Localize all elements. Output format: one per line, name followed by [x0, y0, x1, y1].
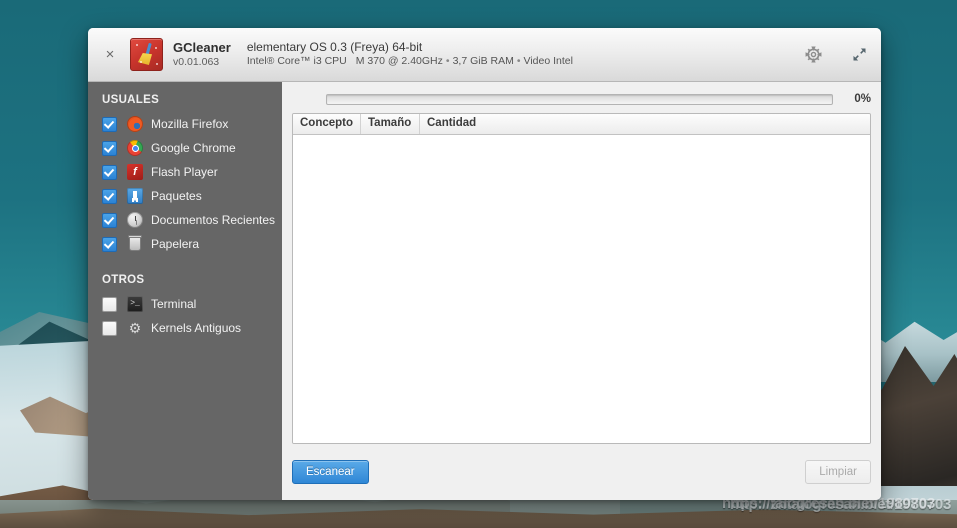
ram-info: 3,7 GiB RAM [452, 55, 514, 68]
progress-bar [326, 93, 833, 105]
chrome-icon [127, 140, 143, 156]
sidebar-item-label: Paquetes [151, 189, 202, 203]
sparkle-icon [156, 63, 158, 65]
sparkle-icon [136, 44, 138, 46]
sidebar-item-terminal[interactable]: >_ Terminal [88, 292, 282, 316]
sidebar-item-mozilla-firefox[interactable]: Mozilla Firefox [88, 112, 282, 136]
cpu-clock: @ 2.40GHz [387, 55, 443, 68]
sparkle-icon [155, 47, 157, 49]
gear-icon [805, 46, 821, 63]
column-header-cantidad[interactable]: Cantidad [420, 114, 870, 134]
app-version: v0.01.063 [173, 56, 220, 69]
column-header-concepto[interactable]: Concepto [293, 114, 361, 134]
system-info-block: elementary OS 0.3 (Freya) 64-bit Intel® … [247, 40, 573, 69]
video-info: Video Intel [523, 55, 573, 68]
hardware-info: Intel® Core™ i3 CPU M 370 @ 2.40GHz • 3,7 G… [247, 55, 573, 69]
title-bar: × GCleaner v0.01.063 elementary OS 0.3 (… [88, 28, 881, 82]
sidebar-item-label: Mozilla Firefox [151, 117, 229, 131]
sidebar-item-paquetes[interactable]: Paquetes [88, 184, 282, 208]
sidebar-item-label: Kernels Antiguos [151, 321, 242, 335]
trash-icon-wrap [127, 235, 143, 252]
firefox-icon [127, 116, 143, 132]
sidebar-item-label: Documentos Recientes [151, 213, 276, 227]
gear-icon: ⚙ [128, 320, 142, 336]
checkbox-mozilla-firefox[interactable] [102, 116, 117, 132]
broom-head [138, 53, 152, 65]
titlebar-controls [801, 28, 871, 81]
checkbox-documentos-recientes[interactable] [102, 212, 117, 228]
app-name: GCleaner [173, 39, 231, 55]
checkbox-paquetes[interactable] [102, 188, 117, 204]
sidebar-item-google-chrome[interactable]: Google Chrome [88, 136, 282, 160]
window-body: USUALES Mozilla Firefox Google Chrome f … [88, 82, 881, 500]
separator-dot: • [445, 55, 450, 68]
checkbox-terminal[interactable] [102, 296, 117, 312]
main-panel: 0% Concepto Tamaño Cantidad Escanear Lim… [282, 82, 881, 500]
terminal-icon: >_ [127, 296, 143, 312]
column-header-tamano[interactable]: Tamaño [361, 114, 420, 134]
gcleaner-window: × GCleaner v0.01.063 elementary OS 0.3 (… [88, 28, 881, 500]
results-table: Concepto Tamaño Cantidad [292, 113, 871, 444]
flash-icon: f [127, 164, 143, 180]
package-icon [127, 188, 143, 204]
app-logo-broom-icon [130, 38, 163, 71]
sidebar-item-kernels-antiguos[interactable]: ⚙ Kernels Antiguos [88, 316, 282, 340]
clean-button: Limpiar [805, 460, 871, 484]
recent-documents-icon [127, 212, 143, 228]
sidebar-group-title-otros: OTROS [102, 274, 145, 286]
checkbox-flash-player[interactable] [102, 164, 117, 180]
table-header-row: Concepto Tamaño Cantidad [293, 114, 870, 135]
app-title-block: GCleaner v0.01.063 [173, 40, 231, 69]
os-name: elementary OS 0.3 (Freya) 64-bit [246, 39, 423, 54]
sidebar-item-documentos-recientes[interactable]: Documentos Recientes [88, 208, 282, 232]
cpu-name: Intel® Core™ i3 CPU [246, 55, 347, 68]
scan-button[interactable]: Escanear [292, 460, 369, 484]
table-body [293, 135, 870, 443]
close-button[interactable]: × [96, 41, 124, 69]
separator-dot: • [516, 55, 521, 68]
maximize-icon [853, 48, 865, 61]
checkbox-kernels-antiguos[interactable] [102, 320, 117, 336]
sidebar-item-papelera[interactable]: Papelera [88, 232, 282, 256]
checkbox-google-chrome[interactable] [102, 140, 117, 156]
sidebar-group-title-usuales: USUALES [102, 94, 160, 106]
checkbox-papelera[interactable] [102, 236, 117, 252]
maximize-button[interactable] [847, 43, 871, 67]
sidebar-item-label: Terminal [151, 297, 197, 311]
sidebar-item-label: Google Chrome [151, 141, 236, 155]
action-bar: Escanear Limpiar [292, 444, 871, 491]
settings-button[interactable] [801, 43, 825, 67]
progress-percent-label: 0% [854, 93, 871, 105]
sparkle-icon [140, 61, 142, 63]
trash-icon [128, 235, 142, 251]
cpu-model: M 370 [355, 55, 385, 68]
sidebar: USUALES Mozilla Firefox Google Chrome f … [88, 82, 282, 500]
progress-row: 0% [292, 90, 871, 108]
sidebar-item-label: Flash Player [151, 165, 218, 179]
sidebar-item-label: Papelera [151, 237, 200, 251]
close-icon: × [105, 46, 115, 63]
sidebar-item-flash-player[interactable]: f Flash Player [88, 160, 282, 184]
